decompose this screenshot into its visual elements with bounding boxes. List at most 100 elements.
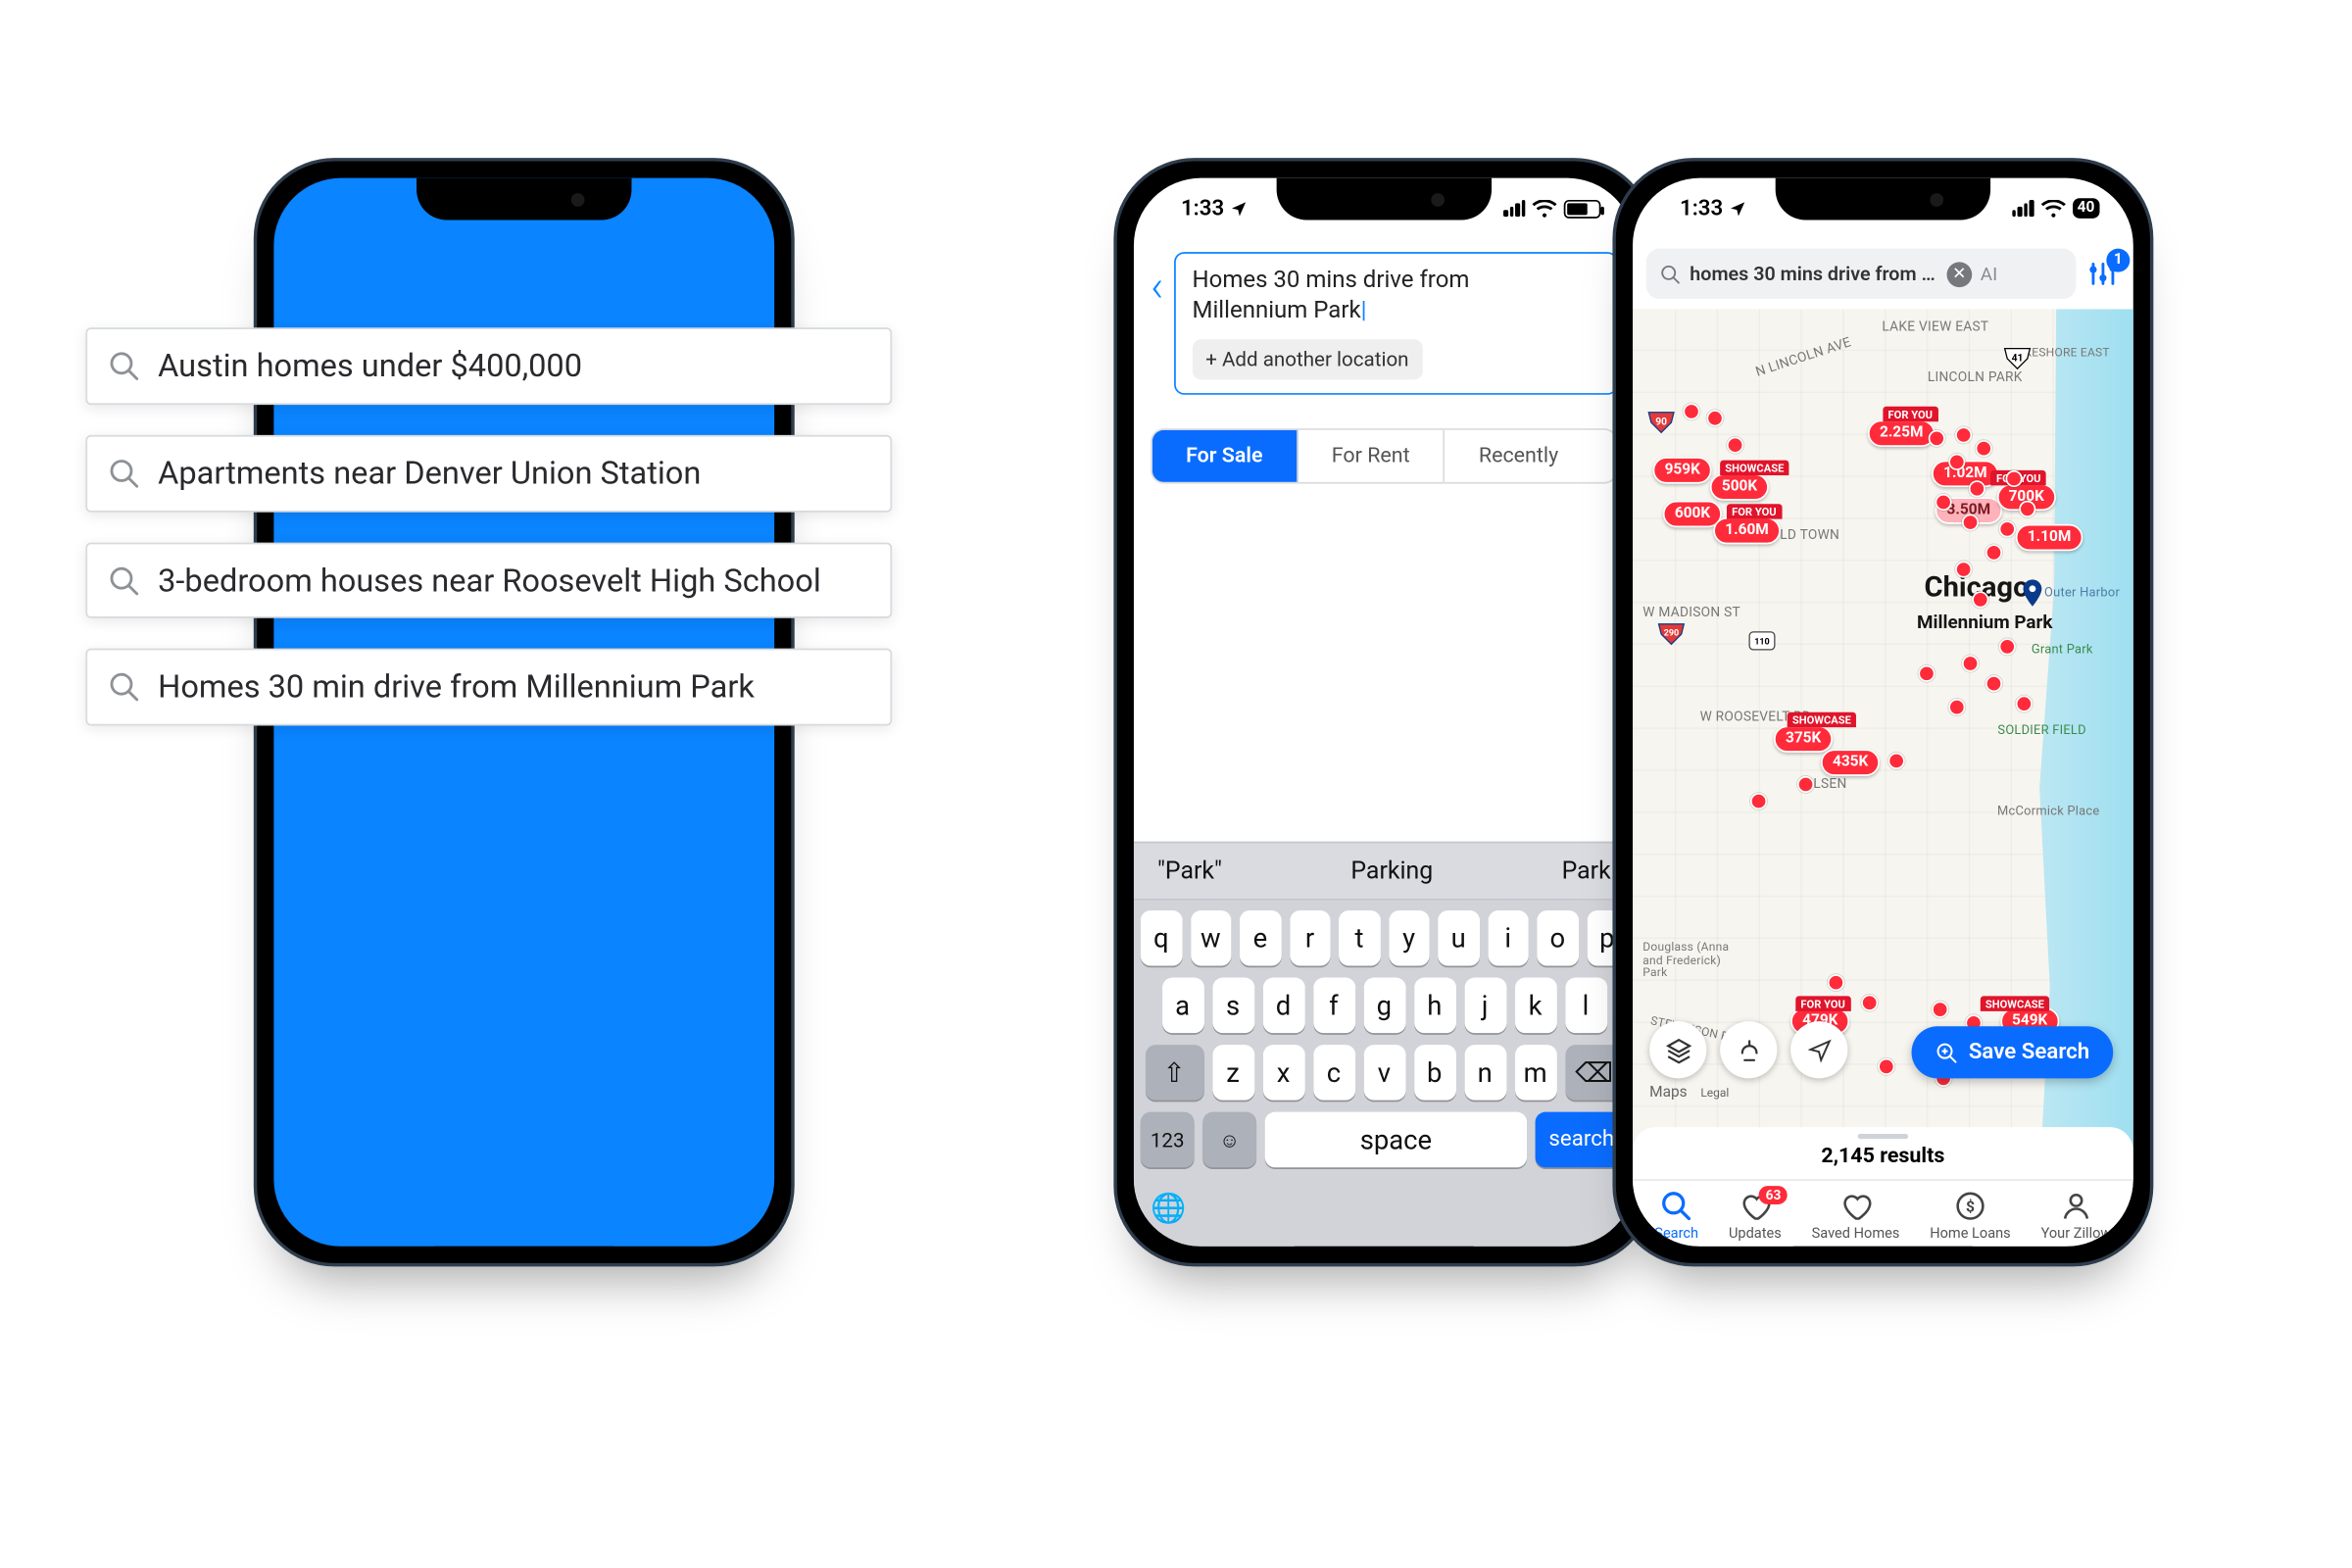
keyboard-key[interactable]: x (1262, 1045, 1304, 1101)
tab-updates[interactable]: 63 Updates (1729, 1190, 1782, 1244)
tab-your-zillow[interactable]: Your Zillow (2041, 1190, 2112, 1244)
keyboard-key[interactable]: a (1161, 978, 1203, 1034)
listing-dot[interactable] (1955, 561, 1972, 577)
numbers-key[interactable]: 123 (1141, 1112, 1195, 1168)
keyboard-key[interactable]: s (1212, 978, 1254, 1034)
tab-home-loans[interactable]: $ Home Loans (1930, 1190, 2010, 1244)
results-count[interactable]: 2,145 results (1633, 1127, 2133, 1179)
keyboard-key[interactable]: m (1514, 1045, 1556, 1101)
keyboard-key[interactable]: z (1212, 1045, 1254, 1101)
sample-query[interactable]: 3-bedroom houses near Roosevelt High Sch… (85, 542, 892, 618)
keyboard-key[interactable]: k (1514, 978, 1556, 1034)
price-marker[interactable]: 375K (1774, 725, 1833, 752)
save-search-button[interactable]: Save Search (1912, 1026, 2114, 1078)
space-key[interactable]: space (1265, 1112, 1527, 1168)
listing-dot[interactable] (1932, 1002, 1948, 1018)
tab-recently[interactable]: Recently (1446, 430, 1592, 482)
keyboard-key[interactable]: l (1565, 978, 1607, 1034)
keyboard-key[interactable]: q (1141, 910, 1182, 966)
price-marker[interactable]: 435K (1821, 749, 1880, 775)
keyboard-key[interactable]: t (1339, 910, 1380, 966)
tab-label: Your Zillow (2041, 1226, 2112, 1243)
keyboard-key[interactable]: y (1389, 910, 1430, 966)
keyboard-key[interactable]: w (1190, 910, 1231, 966)
listing-dot[interactable] (1999, 638, 2016, 655)
listing-dot[interactable] (1969, 480, 1985, 497)
keyboard-key[interactable]: d (1262, 978, 1304, 1034)
listing-dot[interactable] (1750, 793, 1767, 809)
listing-dot[interactable] (1683, 403, 1699, 419)
price-marker[interactable]: 1.02M (1932, 461, 1999, 487)
emoji-key[interactable]: ☺ (1202, 1112, 1256, 1168)
listing-dot[interactable] (1962, 514, 1979, 530)
add-location-chip[interactable]: + Add another location (1193, 339, 1423, 379)
search-input[interactable]: Homes 30 mins drive from Millennium Park… (1174, 252, 1618, 395)
map-layers-button[interactable] (1649, 1021, 1706, 1078)
tab-search[interactable]: Search (1654, 1190, 1698, 1244)
listing-dot[interactable] (1918, 665, 1935, 682)
listing-dot[interactable] (1955, 426, 1972, 443)
listing-dot[interactable] (1929, 430, 1945, 447)
price-marker[interactable]: 500K (1710, 473, 1769, 500)
water-label: Outer Harbor (2044, 584, 2120, 599)
map-locate-button[interactable] (1790, 1021, 1847, 1078)
keyboard-key[interactable]: e (1240, 910, 1281, 966)
price-marker[interactable]: 1.60M (1713, 517, 1781, 544)
listing-dot[interactable] (1962, 655, 1979, 671)
price-marker[interactable]: 959K (1653, 457, 1712, 483)
listing-dot[interactable] (2006, 470, 2023, 487)
sample-query[interactable]: Apartments near Denver Union Station (85, 434, 892, 511)
listing-dot[interactable] (1797, 776, 1814, 793)
keyboard-key[interactable]: u (1438, 910, 1479, 966)
keyboard-suggestion[interactable]: Parking (1350, 857, 1433, 885)
sample-query[interactable]: Homes 30 min drive from Millennium Park (85, 649, 892, 725)
keyboard-key[interactable]: o (1537, 910, 1578, 966)
battery-pct: 40 (2073, 198, 2100, 219)
listing-dot[interactable] (1727, 437, 1743, 454)
keyboard-key[interactable]: i (1488, 910, 1529, 966)
keyboard-suggestion[interactable]: "Park" (1157, 857, 1222, 885)
marker-flag: FOR YOU (1727, 504, 1782, 518)
listing-dot[interactable] (1976, 440, 1992, 457)
search-icon (1660, 1190, 1693, 1223)
listing-dot[interactable] (1985, 675, 2002, 692)
listing-dot[interactable] (1985, 544, 2002, 561)
keyboard-key[interactable]: v (1363, 1045, 1405, 1101)
keyboard-key[interactable]: b (1413, 1045, 1455, 1101)
shift-key[interactable]: ⇧ (1145, 1045, 1203, 1101)
filter-button[interactable]: 1 (2086, 257, 2120, 290)
listing-dot[interactable] (2016, 696, 2033, 712)
keyboard-key[interactable]: f (1312, 978, 1354, 1034)
tab-for-rent[interactable]: For Rent (1298, 430, 1445, 482)
keyboard-suggestion[interactable]: Park (1562, 857, 1611, 885)
listing-dot[interactable] (1861, 995, 1878, 1011)
listing-dot[interactable] (1888, 753, 1905, 769)
listing-dot[interactable] (1936, 494, 1952, 511)
tab-saved-homes[interactable]: Saved Homes (1812, 1190, 1900, 1244)
back-button[interactable]: ‹ (1148, 252, 1174, 313)
listing-dot[interactable] (1948, 699, 1965, 715)
price-marker[interactable]: 1.10M (2016, 524, 2083, 551)
listing-dot[interactable] (1972, 591, 1988, 608)
listing-dot[interactable] (1878, 1058, 1894, 1075)
keyboard-key[interactable]: g (1363, 978, 1405, 1034)
listing-dot[interactable] (1706, 410, 1723, 426)
map-view[interactable]: LAKE VIEW EAST LINCOLN PARK N LINCOLN AV… (1633, 309, 2133, 1179)
listing-dot[interactable] (1948, 454, 1965, 470)
map-search-input[interactable]: homes 30 mins drive from mille… ✕ AI (1646, 249, 2077, 299)
price-marker[interactable]: 600K (1663, 501, 1722, 527)
keyboard-key[interactable]: h (1413, 978, 1455, 1034)
keyboard-key[interactable]: j (1464, 978, 1506, 1034)
listing-dot[interactable] (2019, 501, 2035, 517)
listing-dot[interactable] (1999, 520, 2016, 537)
price-marker[interactable]: 2.25M (1868, 420, 1936, 447)
keyboard-key[interactable]: c (1312, 1045, 1354, 1101)
map-draw-button[interactable] (1720, 1021, 1777, 1078)
sample-query[interactable]: Austin homes under $400,000 (85, 327, 892, 404)
globe-icon[interactable]: 🌐 (1151, 1193, 1186, 1226)
keyboard-key[interactable]: r (1289, 910, 1330, 966)
clear-search-button[interactable]: ✕ (1947, 262, 1973, 287)
listing-dot[interactable] (1828, 974, 1844, 991)
keyboard-key[interactable]: n (1464, 1045, 1506, 1101)
tab-for-sale[interactable]: For Sale (1152, 430, 1298, 482)
